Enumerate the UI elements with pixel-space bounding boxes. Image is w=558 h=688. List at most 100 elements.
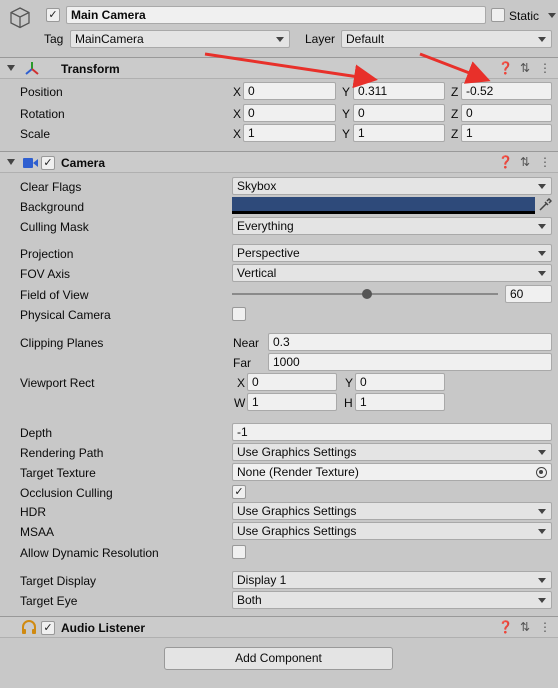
viewport-rect-label: Viewport Rect xyxy=(20,376,95,390)
axis-z-label: Z xyxy=(451,127,459,141)
gameobject-cube-icon xyxy=(8,6,32,30)
layer-label: Layer xyxy=(305,32,336,46)
depth-field[interactable]: -1 xyxy=(232,423,552,441)
scale-x-field[interactable]: 1 xyxy=(243,124,336,142)
tag-dropdown[interactable]: MainCamera xyxy=(70,30,290,48)
hdr-value: Use Graphics Settings xyxy=(237,504,357,518)
clear-flags-dropdown[interactable]: Skybox xyxy=(232,177,552,195)
position-z-field[interactable]: -0.52 xyxy=(461,82,552,100)
msaa-dropdown[interactable]: Use Graphics Settings xyxy=(232,522,552,540)
rendering-path-dropdown[interactable]: Use Graphics Settings xyxy=(232,443,552,461)
hdr-dropdown[interactable]: Use Graphics Settings xyxy=(232,502,552,520)
target-display-label: Target Display xyxy=(20,574,97,588)
chevron-down-icon xyxy=(538,251,546,256)
audio-listener-title: Audio Listener xyxy=(61,621,146,635)
camera-title: Camera xyxy=(61,156,106,170)
target-texture-value: None (Render Texture) xyxy=(237,465,359,479)
chevron-down-icon xyxy=(538,598,546,603)
viewport-h-field[interactable]: 1 xyxy=(355,393,445,411)
fold-arrow-icon[interactable] xyxy=(7,65,15,71)
add-component-button[interactable]: Add Component xyxy=(164,647,393,670)
viewport-x-field[interactable]: 0 xyxy=(247,373,337,391)
viewport-x-label: X xyxy=(237,376,246,390)
scale-z-field[interactable]: 1 xyxy=(461,124,552,142)
camera-header[interactable]: ✓ Camera ❓ ⇅ ⋮ xyxy=(0,151,558,173)
background-color-swatch[interactable] xyxy=(232,197,535,214)
object-name-field[interactable]: Main Camera xyxy=(66,6,486,24)
scale-y-field[interactable]: 1 xyxy=(353,124,445,142)
layer-dropdown[interactable]: Default xyxy=(341,30,552,48)
viewport-y-field[interactable]: 0 xyxy=(355,373,445,391)
position-y-field[interactable]: 0.311 xyxy=(353,82,445,100)
audio-listener-enabled-checkbox[interactable]: ✓ xyxy=(41,621,55,635)
background-label: Background xyxy=(20,200,85,214)
rotation-x-field[interactable]: 0 xyxy=(243,104,336,122)
physical-camera-checkbox[interactable] xyxy=(232,307,246,321)
audio-listener-header[interactable]: ✓ Audio Listener ❓ ⇅ ⋮ xyxy=(0,616,558,638)
chevron-down-icon xyxy=(538,184,546,189)
rotation-z-field[interactable]: 0 xyxy=(461,104,552,122)
target-texture-field[interactable]: None (Render Texture) xyxy=(232,463,552,481)
projection-value: Perspective xyxy=(237,246,300,260)
object-picker-icon[interactable] xyxy=(536,467,547,478)
more-options-icon[interactable]: ⋮ xyxy=(538,61,552,75)
preset-icon[interactable]: ⇅ xyxy=(518,620,532,634)
occlusion-culling-label: Occlusion Culling xyxy=(20,486,113,500)
chevron-down-icon xyxy=(538,450,546,455)
active-checkbox[interactable]: ✓ xyxy=(46,8,60,22)
axis-x-label: X xyxy=(233,107,242,121)
target-eye-dropdown[interactable]: Both xyxy=(232,591,552,609)
position-x-field[interactable]: 0 xyxy=(243,82,336,100)
target-eye-value: Both xyxy=(237,593,262,607)
camera-enabled-checkbox[interactable]: ✓ xyxy=(41,156,55,170)
culling-mask-label: Culling Mask xyxy=(20,220,89,234)
axis-z-label: Z xyxy=(451,85,459,99)
clear-flags-value: Skybox xyxy=(237,179,277,193)
viewport-y-label: Y xyxy=(345,376,354,390)
help-icon[interactable]: ❓ xyxy=(498,155,513,169)
preset-icon[interactable]: ⇅ xyxy=(518,61,532,75)
chevron-down-icon xyxy=(538,37,546,42)
transform-header[interactable]: Transform ❓ ⇅ ⋮ xyxy=(0,57,558,79)
help-icon[interactable]: ❓ xyxy=(498,620,513,634)
rotation-label: Rotation xyxy=(20,107,65,121)
eyedropper-icon[interactable] xyxy=(538,197,553,212)
fov-value-field[interactable]: 60 xyxy=(505,285,552,303)
msaa-value: Use Graphics Settings xyxy=(237,524,357,538)
static-dropdown-arrow[interactable] xyxy=(548,13,556,18)
help-icon[interactable]: ❓ xyxy=(498,61,513,75)
rotation-y-field[interactable]: 0 xyxy=(353,104,445,122)
projection-dropdown[interactable]: Perspective xyxy=(232,244,552,262)
fov-slider-knob[interactable] xyxy=(361,289,372,299)
viewport-w-field[interactable]: 1 xyxy=(247,393,337,411)
target-eye-label: Target Eye xyxy=(20,594,78,608)
culling-mask-dropdown[interactable]: Everything xyxy=(232,217,552,235)
rendering-path-value: Use Graphics Settings xyxy=(237,445,357,459)
more-options-icon[interactable]: ⋮ xyxy=(538,155,552,169)
dynamic-resolution-checkbox[interactable] xyxy=(232,545,246,559)
target-display-dropdown[interactable]: Display 1 xyxy=(232,571,552,589)
near-field[interactable]: 0.3 xyxy=(268,333,552,351)
viewport-h-label: H xyxy=(344,396,353,410)
far-field[interactable]: 1000 xyxy=(268,353,552,371)
projection-label: Projection xyxy=(20,247,74,261)
rendering-path-label: Rendering Path xyxy=(20,446,104,460)
occlusion-culling-checkbox[interactable]: ✓ xyxy=(232,485,246,499)
fold-arrow-icon[interactable] xyxy=(7,159,15,165)
dynamic-resolution-label: Allow Dynamic Resolution xyxy=(20,546,159,560)
chevron-down-icon xyxy=(538,224,546,229)
fov-label: Field of View xyxy=(20,288,89,302)
axis-y-label: Y xyxy=(342,85,351,99)
clear-flags-label: Clear Flags xyxy=(20,180,82,194)
viewport-w-label: W xyxy=(234,396,246,410)
target-display-value: Display 1 xyxy=(237,573,287,587)
target-texture-label: Target Texture xyxy=(20,466,96,480)
preset-icon[interactable]: ⇅ xyxy=(518,155,532,169)
more-options-icon[interactable]: ⋮ xyxy=(538,620,552,634)
camera-icon xyxy=(23,157,39,169)
fov-axis-label: FOV Axis xyxy=(20,267,71,281)
headphones-icon xyxy=(21,620,37,635)
fov-axis-dropdown[interactable]: Vertical xyxy=(232,264,552,282)
culling-mask-value: Everything xyxy=(237,219,294,233)
static-checkbox[interactable] xyxy=(491,8,505,22)
